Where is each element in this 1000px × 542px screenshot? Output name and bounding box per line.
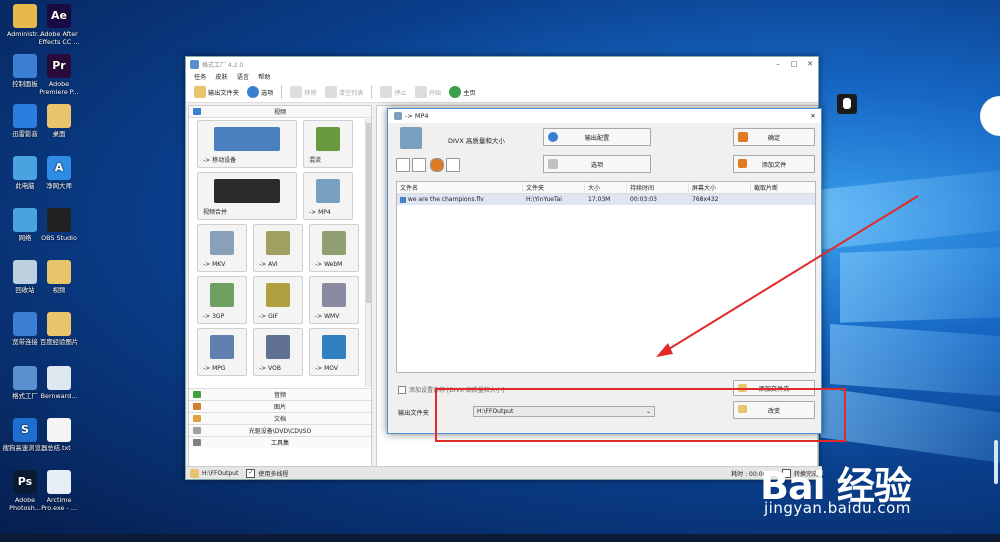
baidu-watermark: Bai 经验 jingyan.baidu.com [760,455,912,517]
arrow-line [663,195,919,353]
watermark-url: jingyan.baidu.com [764,499,911,517]
arrow-head [656,343,673,357]
side-slider[interactable] [994,440,998,484]
taskbar [0,534,1000,542]
